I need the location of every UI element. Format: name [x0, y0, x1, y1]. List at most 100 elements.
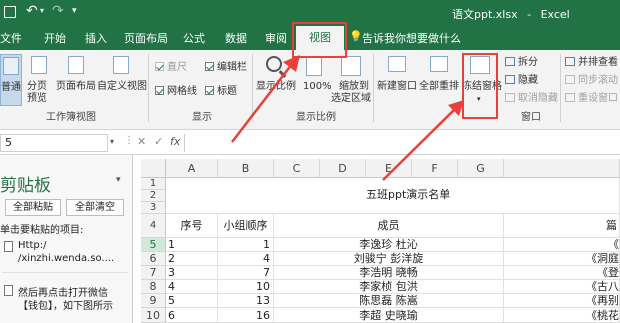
row-header-4[interactable]: 4	[141, 214, 166, 238]
split-button[interactable]: 拆分	[505, 57, 538, 69]
cell-b6[interactable]: 4	[218, 252, 274, 266]
page-layout-view-button[interactable]: 页面布局	[56, 54, 96, 106]
select-all-corner[interactable]	[141, 159, 166, 178]
column-header-d[interactable]: D	[320, 159, 366, 178]
cell-a9[interactable]: 5	[166, 294, 218, 308]
cell-members-8[interactable]: 李家桢 包洪	[274, 280, 504, 294]
clipboard-prompt: 单击要粘贴的项目:	[0, 225, 84, 236]
header-cell-num[interactable]: 序号	[166, 214, 218, 238]
headings-checkbox[interactable]: 标题	[205, 86, 237, 98]
gridlines-checkbox[interactable]: 网格线	[155, 86, 197, 98]
formula-bar-checkbox[interactable]: 编辑栏	[205, 62, 247, 74]
row-header-10[interactable]: 10	[141, 308, 166, 323]
ruler-checkbox[interactable]: 直尺	[155, 62, 187, 74]
reset-position-label: 重设窗口	[578, 93, 618, 104]
column-header-f[interactable]: F	[412, 159, 458, 178]
undo-dropdown-icon[interactable]: ▾	[40, 6, 44, 15]
cell-members-9[interactable]: 陈思磊 陈嵩	[274, 294, 504, 308]
formula-input[interactable]	[184, 134, 620, 152]
zoom-selection-label-1: 缩放到	[339, 81, 369, 92]
column-header-b[interactable]: B	[218, 159, 274, 178]
tab-data[interactable]: 数据	[225, 30, 247, 46]
cell-right-6[interactable]: 《洞庭	[504, 252, 620, 266]
side-by-side-label: 并排查看	[578, 57, 618, 68]
redo-icon[interactable]: ↷	[52, 3, 64, 19]
paste-all-button[interactable]: 全部粘贴	[5, 199, 61, 216]
zoom-100-button[interactable]: 100%	[299, 54, 332, 106]
row-header-2[interactable]: 2	[141, 190, 166, 202]
undo-icon[interactable]: ↶	[26, 3, 38, 19]
cell-members-6[interactable]: 刘骏宁 彭洋旋	[274, 252, 504, 266]
split-icon	[505, 57, 515, 66]
enter-entry-icon[interactable]: ✓	[154, 135, 163, 148]
row-header-7[interactable]: 7	[141, 266, 166, 280]
clipboard-options-icon[interactable]: ▾	[116, 175, 121, 185]
row-header-6[interactable]: 6	[141, 252, 166, 266]
row-header-1[interactable]: 1	[141, 178, 166, 190]
cell-members-10[interactable]: 李超 史晓瑜	[274, 308, 504, 323]
normal-view-icon	[3, 57, 19, 75]
hide-label: 隐藏	[518, 75, 538, 86]
new-window-button[interactable]: 新建窗口	[377, 54, 417, 106]
cell-right-5[interactable]: 《	[504, 238, 620, 252]
tell-me-box[interactable]: 告诉我你想要做什么	[362, 30, 461, 46]
zoom-selection-label-2: 选定区域	[331, 93, 371, 104]
column-header-g[interactable]: G	[458, 159, 504, 178]
normal-view-button[interactable]: 普通	[0, 54, 22, 106]
cell-a7[interactable]: 3	[166, 266, 218, 280]
cell-a8[interactable]: 4	[166, 280, 218, 294]
header-cell-members[interactable]: 成员	[274, 214, 504, 238]
tab-page-layout[interactable]: 页面布局	[124, 30, 168, 46]
cell-b7[interactable]: 7	[218, 266, 274, 280]
unhide-label: 取消隐藏	[518, 93, 558, 104]
arrange-all-button[interactable]: 全部重排	[419, 54, 459, 106]
zoom-button[interactable]: 显示比例	[256, 54, 296, 106]
row-header-3[interactable]: 3	[141, 202, 166, 214]
header-cell-last[interactable]: 篇	[504, 214, 620, 238]
row-header-8[interactable]: 8	[141, 280, 166, 294]
hide-button[interactable]: 隐藏	[505, 75, 538, 87]
zoom-to-selection-button[interactable]: 缩放到 选定区域	[331, 54, 371, 106]
customize-qat-icon[interactable]: ▾	[72, 6, 77, 16]
clear-all-button[interactable]: 全部清空	[66, 199, 124, 216]
cell-b10[interactable]: 16	[218, 308, 274, 323]
column-header-a[interactable]: A	[166, 159, 218, 178]
tab-home[interactable]: 开始	[44, 30, 66, 46]
view-side-by-side-button[interactable]: 并排查看	[565, 57, 618, 69]
gridlines-check-icon	[155, 86, 164, 95]
headings-label: 标题	[217, 86, 237, 97]
tab-file[interactable]: 文件	[0, 30, 22, 46]
cell-right-8[interactable]: 《古八	[504, 280, 620, 294]
tab-insert[interactable]: 插入	[85, 30, 107, 46]
tab-review[interactable]: 审阅	[265, 30, 287, 46]
cell-right-9[interactable]: 《再别	[504, 294, 620, 308]
row-header-5[interactable]: 5	[141, 238, 166, 252]
name-box[interactable]: 5	[0, 134, 108, 152]
cell-right-10[interactable]: 《桃花	[504, 308, 620, 323]
cell-b8[interactable]: 10	[218, 280, 274, 294]
column-header-e[interactable]: E	[366, 159, 412, 178]
save-icon[interactable]	[4, 6, 16, 18]
name-box-dropdown-icon[interactable]: ▾	[110, 137, 114, 146]
column-header-c[interactable]: C	[274, 159, 320, 178]
sheet-title-cell[interactable]: 五班ppt演示名单	[166, 178, 620, 214]
cell-b9[interactable]: 13	[218, 294, 274, 308]
cell-members-7[interactable]: 李浩明 晓畅	[274, 266, 504, 280]
clipboard-item[interactable]: 然后再点击打开微信 【钱包】，如下图所示	[2, 277, 128, 317]
custom-views-button[interactable]: 自定义视图	[97, 54, 147, 106]
cell-b5[interactable]: 1	[218, 238, 274, 252]
clipboard-item[interactable]: Http:/ /xinzhi.wenda.so....	[2, 235, 128, 273]
insert-function-button[interactable]: fx	[170, 135, 180, 148]
ruler-label: 直尺	[167, 62, 187, 73]
tab-formulas[interactable]: 公式	[183, 30, 205, 46]
header-cell-group-order[interactable]: 小组顺序	[218, 214, 274, 238]
cancel-entry-icon[interactable]: ✕	[137, 135, 146, 148]
column-header-h[interactable]	[504, 159, 620, 178]
page-break-preview-button[interactable]: 分页 预览	[27, 54, 51, 106]
row-header-9[interactable]: 9	[141, 294, 166, 308]
cell-members-5[interactable]: 李逸珍 杜沁	[274, 238, 504, 252]
cell-right-7[interactable]: 《登	[504, 266, 620, 280]
cell-a5[interactable]: 1	[166, 238, 218, 252]
cell-a6[interactable]: 2	[166, 252, 218, 266]
cell-a10[interactable]: 6	[166, 308, 218, 323]
